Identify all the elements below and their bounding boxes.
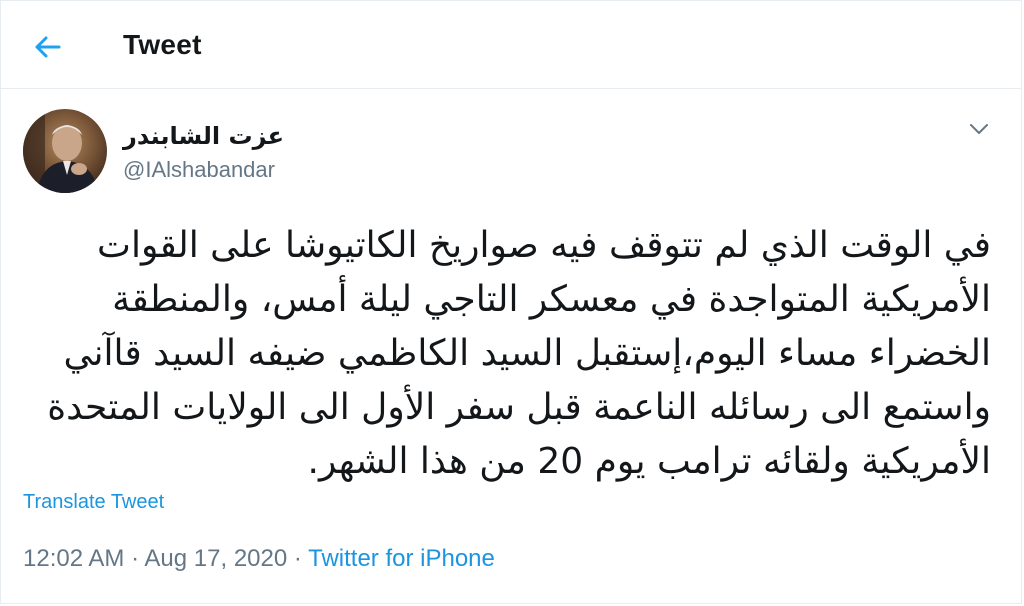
tweet-date[interactable]: Aug 17, 2020 xyxy=(144,545,287,572)
arrow-left-icon xyxy=(35,36,61,58)
translate-tweet-link[interactable]: Translate Tweet xyxy=(23,491,164,514)
user-handle[interactable]: @IAlshabandar xyxy=(123,157,284,183)
avatar[interactable] xyxy=(23,109,107,193)
back-button[interactable] xyxy=(25,27,69,67)
tweet-source-link[interactable]: Twitter for iPhone xyxy=(308,545,495,572)
tweet-menu-button[interactable] xyxy=(967,117,991,141)
tweet-text: في الوقت الذي لم تتوقف فيه صواريخ الكاتي… xyxy=(35,225,991,482)
tweet-time[interactable]: 12:02 AM xyxy=(23,545,124,572)
page-header: Tweet xyxy=(1,1,1021,89)
display-name[interactable]: عزت الشابندر xyxy=(123,121,284,151)
tweet-page: Tweet عزت الشابندر @IAlshabandar في الوق… xyxy=(0,0,1022,604)
tweet-meta: 12:02 AM · Aug 17, 2020 · Twitter for iP… xyxy=(23,545,495,573)
chevron-down-icon xyxy=(970,124,988,134)
meta-separator: · xyxy=(131,545,140,572)
tweet-author: عزت الشابندر @IAlshabandar xyxy=(123,121,284,183)
page-title: Tweet xyxy=(123,29,202,60)
meta-separator: · xyxy=(293,545,302,572)
